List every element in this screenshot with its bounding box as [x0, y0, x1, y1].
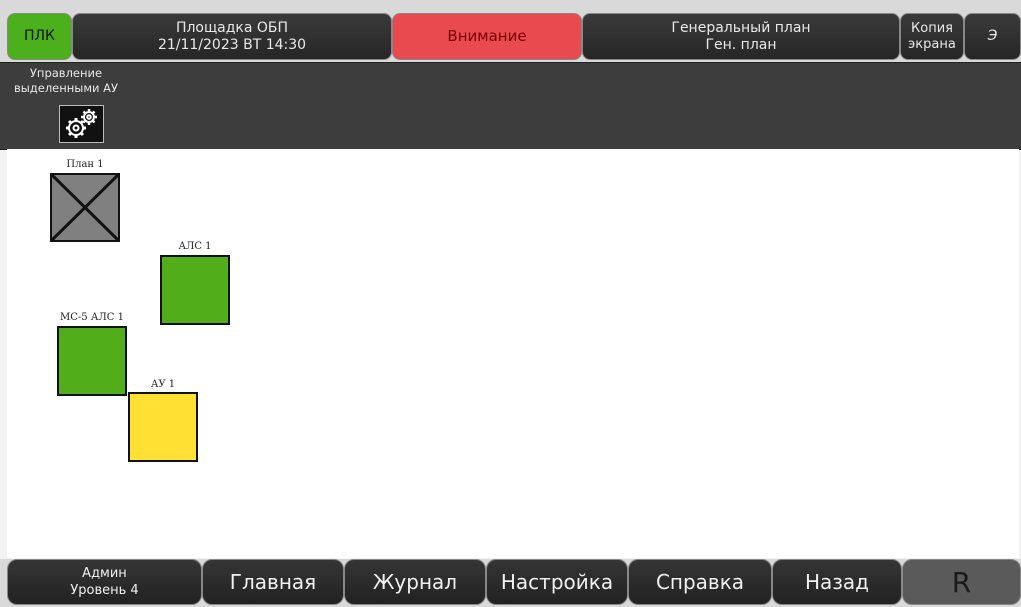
au1-label: АУ 1 — [150, 379, 176, 390]
back-label: Назад — [804, 570, 869, 594]
plc-button[interactable]: ПЛК — [7, 13, 72, 60]
settings-button[interactable]: Настройка — [486, 559, 628, 605]
mc5-als1-label: МС-5 АЛС 1 — [60, 312, 124, 323]
journal-button[interactable]: Журнал — [344, 559, 486, 605]
manage-selected-label: Управление выделенными АУ — [2, 66, 130, 96]
extra-button[interactable]: Э — [964, 13, 1021, 60]
gears-icon — [66, 109, 97, 138]
site-name: Площадка ОБП — [175, 19, 289, 36]
manage-selected-button[interactable] — [59, 105, 104, 143]
screenshot-line2: экрана — [908, 36, 956, 52]
settings-label: Настройка — [500, 570, 614, 594]
tool-panel: Управление выделенными АУ — [0, 62, 1021, 150]
journal-label: Журнал — [372, 570, 458, 594]
extra-label: Э — [987, 28, 998, 44]
help-label: Справка — [655, 570, 745, 594]
home-label: Главная — [229, 570, 317, 594]
alert-button[interactable]: Внимание — [392, 13, 582, 60]
plan-selector[interactable]: Генеральный план Ген. план — [582, 13, 900, 60]
datetime: 21/11/2023 ВТ 14:30 — [157, 36, 307, 53]
user-level: Уровень 4 — [70, 583, 139, 598]
home-button[interactable]: Главная — [202, 559, 344, 605]
manage-line2: выделенными АУ — [13, 81, 119, 95]
help-button[interactable]: Справка — [628, 559, 772, 605]
als1-device[interactable] — [160, 255, 230, 325]
plan-object[interactable] — [50, 173, 120, 242]
au1-device[interactable] — [128, 392, 198, 462]
user-info-button[interactable]: Админ Уровень 4 — [7, 559, 202, 605]
bottom-bar: Админ Уровень 4 Главная Журнал Настройка… — [0, 559, 1021, 607]
plan-subtitle: Ген. план — [705, 36, 777, 53]
plan-object-label: План 1 — [66, 159, 104, 170]
alert-label: Внимание — [447, 27, 527, 45]
top-bar: ПЛК Площадка ОБП 21/11/2023 ВТ 14:30 Вни… — [0, 0, 1021, 62]
plan-cross-icon — [52, 175, 118, 240]
r-button[interactable]: R — [902, 559, 1021, 605]
plan-title: Генеральный план — [671, 19, 811, 36]
plan-canvas[interactable]: План 1 АЛС 1 МС-5 АЛС 1 АУ 1 — [7, 149, 1019, 558]
als1-label: АЛС 1 — [178, 241, 212, 252]
mc5-als1-device[interactable] — [57, 326, 127, 396]
manage-line1: Управление — [29, 66, 103, 80]
back-button[interactable]: Назад — [772, 559, 902, 605]
screenshot-button[interactable]: Копия экрана — [900, 13, 964, 60]
site-info[interactable]: Площадка ОБП 21/11/2023 ВТ 14:30 — [72, 13, 392, 60]
user-name: Админ — [82, 566, 127, 581]
r-label: R — [951, 565, 972, 599]
screenshot-line1: Копия — [911, 20, 953, 36]
plc-label: ПЛК — [24, 28, 55, 44]
